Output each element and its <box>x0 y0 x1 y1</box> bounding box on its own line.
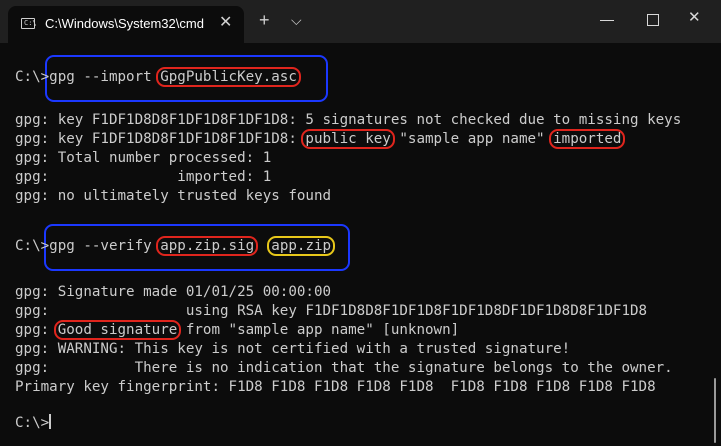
verify-command: gpg --verify <box>49 238 161 254</box>
tab-close-icon[interactable]: ✕ <box>219 14 232 32</box>
output-line: gpg: key F1DF1D8D8F1DF1D8F1DF1D8: public… <box>15 129 626 149</box>
new-tab-button[interactable]: + <box>259 11 270 29</box>
output-line: gpg: WARNING: This key is not certified … <box>15 341 571 357</box>
import-command: gpg --import <box>49 69 152 85</box>
chevron-down-icon[interactable]: ⌵ <box>291 11 302 29</box>
output-line: gpg: Good signature from "sample app nam… <box>15 320 460 340</box>
text-cursor <box>49 414 52 429</box>
close-window-button[interactable]: ✕ <box>688 9 701 27</box>
terminal-output[interactable]: C:\>gpg --import GpgPublicKey.asc gpg: k… <box>0 43 721 446</box>
signature-file-argument: app.zip.sig <box>156 236 259 256</box>
import-file-argument: GpgPublicKey.asc <box>156 67 301 87</box>
output-line: gpg: Signature made 01/01/25 00:00:00 <box>15 284 332 300</box>
terminal-icon: C:\ <box>21 18 37 29</box>
output-line: gpg: imported: 1 <box>15 169 272 185</box>
tab-title: C:\Windows\System32\cmd <box>45 16 204 31</box>
output-line: gpg: using RSA key F1DF1D8D8F1DF1D8F1DF1… <box>15 303 648 319</box>
imported-highlight: imported <box>549 129 626 149</box>
data-file-argument: app.zip <box>267 236 336 256</box>
final-prompt[interactable]: C:\> <box>15 414 52 433</box>
output-line: gpg: key F1DF1D8D8F1DF1D8F1DF1D8: 5 sign… <box>15 112 682 128</box>
prompt-line-import: C:\>gpg --import GpgPublicKey.asc <box>15 67 301 87</box>
tab-cmd[interactable]: C:\ C:\Windows\System32\cmd ✕ <box>8 6 244 43</box>
output-line: gpg: no ultimately trusted keys found <box>15 188 332 204</box>
good-signature-highlight: Good signature <box>53 320 182 340</box>
scrollbar[interactable] <box>714 378 716 443</box>
maximize-button[interactable] <box>647 14 659 26</box>
output-line: gpg: There is no indication that the sig… <box>15 360 673 376</box>
minimize-button[interactable] <box>600 20 614 21</box>
title-bar: C:\ C:\Windows\System32\cmd ✕ + ⌵ ✕ <box>0 0 721 43</box>
public-key-highlight: public key <box>301 129 395 149</box>
prompt-line-verify: C:\>gpg --verify app.zip.sig app.zip <box>15 236 336 256</box>
output-line: gpg: Total number processed: 1 <box>15 150 272 166</box>
output-line: Primary key fingerprint: F1D8 F1D8 F1D8 … <box>15 379 656 395</box>
